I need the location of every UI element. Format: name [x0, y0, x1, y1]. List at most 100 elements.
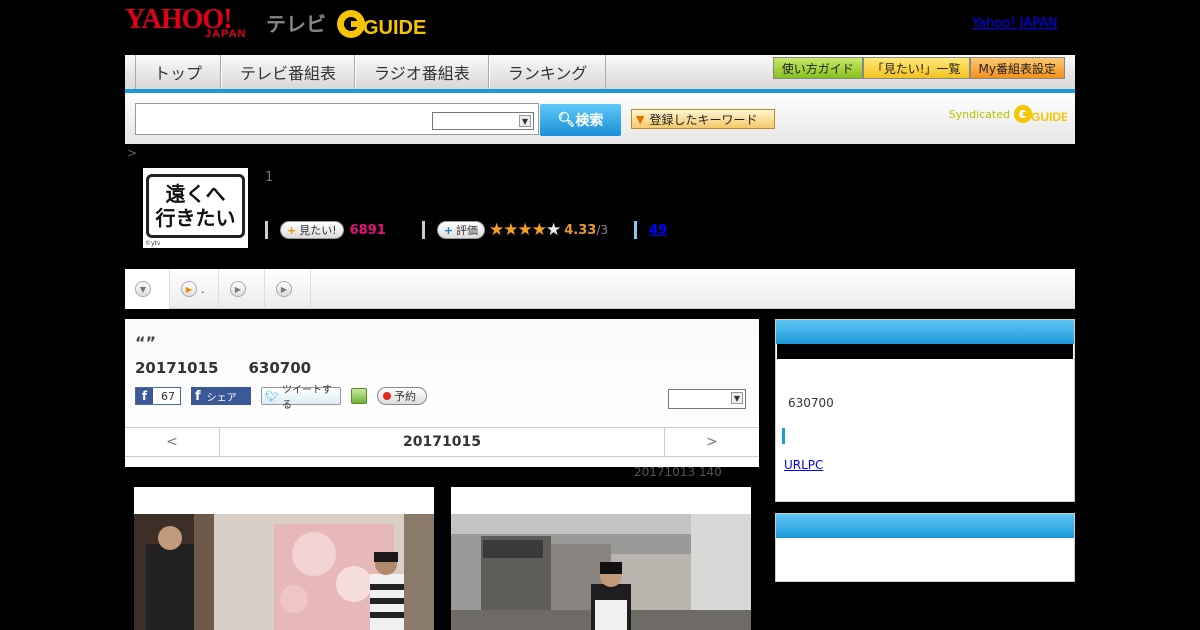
- play-icon: ▶: [230, 281, 246, 297]
- broadcast-date: 20171015: [135, 359, 219, 377]
- search-icon: 🔍︎: [557, 112, 576, 128]
- yahoo-japan-logo-sub: JAPAN: [205, 28, 247, 40]
- episode-number: 1: [265, 170, 274, 185]
- twitter-bird-icon: 🐦︎: [265, 389, 279, 403]
- sidebar-url-link[interactable]: URLPC: [784, 458, 823, 472]
- chevron-down-icon: ▼: [519, 115, 531, 127]
- registered-keywords-button[interactable]: ▼ 登録したキーワード: [631, 109, 775, 129]
- want-button-label: 見たい!: [299, 224, 337, 237]
- facebook-icon: f: [195, 388, 201, 404]
- registered-keywords-label: 登録したキーワード: [649, 112, 758, 127]
- sidebar-header: [776, 320, 1074, 344]
- reserve-label: 予約: [394, 390, 416, 403]
- rate-button[interactable]: + 評価: [436, 221, 486, 239]
- record-dot-icon: [383, 392, 391, 400]
- rating-value: 4.33: [564, 222, 597, 238]
- prev-date-button[interactable]: <: [125, 428, 220, 456]
- sidebar-header: [776, 514, 1074, 538]
- facebook-like-button[interactable]: f 67: [135, 387, 181, 405]
- nav-buttons: 使い方ガイド 「見たい!」一覧 My番組表設定: [772, 57, 1065, 79]
- broadcast-time: 630700: [248, 359, 312, 377]
- star-icon-filled: ★★★★: [489, 220, 547, 240]
- sidebar-subheader: [777, 344, 1073, 359]
- gguide-logo-text: GUIDE: [363, 17, 426, 39]
- episode-title: “”: [135, 333, 157, 352]
- tab-label: .: [201, 282, 205, 296]
- gguide-small-logo: GUIDE: [1014, 105, 1067, 124]
- rate-button-label: 評価: [456, 224, 479, 237]
- review-count-link[interactable]: 49: [649, 223, 667, 238]
- play-icon: ▶: [276, 281, 292, 297]
- rating-denominator: /3: [596, 223, 609, 237]
- update-timestamp: 20171013 140: [634, 465, 722, 479]
- photo-image: [134, 514, 434, 630]
- photo-image: [451, 514, 751, 630]
- sidebar-info-box: 630700 URLPC: [775, 319, 1075, 502]
- plus-icon: +: [443, 223, 454, 237]
- divider: [634, 221, 638, 239]
- share-app-icon[interactable]: [351, 388, 367, 404]
- chevron-down-icon: ▼: [135, 281, 151, 297]
- nav-tab-ranking[interactable]: ランキング: [488, 55, 607, 89]
- search-button-label: 検索: [575, 113, 604, 129]
- program-logo: 遠くへ 行きたい: [146, 174, 245, 238]
- next-date-button[interactable]: >: [664, 428, 759, 456]
- facebook-like-count: 67: [161, 389, 175, 403]
- syndicated-badge: Syndicated GUIDE: [949, 103, 1067, 125]
- want-list-button[interactable]: 「見たい!」一覧: [862, 57, 970, 79]
- facebook-share-label: シェア: [206, 392, 237, 404]
- tab-overview[interactable]: ▼: [125, 269, 170, 309]
- nav-tab-tv-listings[interactable]: テレビ番組表: [221, 55, 356, 89]
- yahoo-japan-link[interactable]: Yahoo! JAPAN: [972, 16, 1058, 31]
- breadcrumb[interactable]: >: [127, 146, 137, 160]
- date-navigation: < 20171015 >: [125, 427, 759, 457]
- nav-tabs: トップ テレビ番組表 ラジオ番組表 ランキング: [135, 55, 607, 89]
- want-count: 6891: [349, 222, 386, 238]
- search-button[interactable]: 🔍︎ 検索: [540, 104, 621, 136]
- episode-photo-1[interactable]: [134, 487, 434, 630]
- thumbnail-copyright: ©ytv: [145, 240, 161, 247]
- divider: [421, 221, 425, 239]
- episode-photo-2[interactable]: [451, 487, 751, 630]
- syndicated-label: Syndicated: [948, 107, 1010, 121]
- facebook-share-button[interactable]: f シェア: [191, 387, 251, 405]
- episode-info-panel: “” 20171015 630700 f 67 f シェア 🐦︎ ツイートする 予…: [125, 319, 759, 467]
- want-button[interactable]: + 見たい!: [280, 221, 344, 239]
- tv-logo-text[interactable]: テレビ: [266, 8, 326, 37]
- program-logo-line1: 遠くへ: [165, 182, 226, 206]
- program-logo-line2: 行きたい: [155, 206, 236, 230]
- divider: [265, 221, 268, 239]
- triangle-down-icon: ▼: [636, 112, 645, 126]
- gguide-logo[interactable]: GUIDE: [335, 8, 435, 40]
- rating-stars: ★★★★★: [489, 220, 561, 240]
- program-tabs: ▼ ▶ . ▶ ▶: [125, 269, 1075, 309]
- guide-button[interactable]: 使い方ガイド: [772, 57, 863, 79]
- my-listings-settings-button[interactable]: My番組表設定: [969, 57, 1065, 79]
- program-stats: + 見たい! 6891 + 評価 ★★★★★ 4.33 /3 49: [265, 220, 667, 240]
- facebook-icon: f: [136, 388, 153, 404]
- current-date: 20171015: [403, 434, 481, 450]
- play-icon: ▶: [181, 281, 197, 297]
- broadcast-datetime: 20171015 630700: [135, 359, 311, 377]
- program-thumbnail: 遠くへ 行きたい ©ytv: [143, 168, 248, 248]
- reservation-select[interactable]: ▼: [668, 389, 746, 409]
- star-icon-empty: ★: [546, 220, 561, 240]
- tweet-label: ツイートする: [281, 385, 332, 411]
- social-buttons: f 67 f シェア 🐦︎ ツイートする 予約: [135, 385, 427, 411]
- search-category-select[interactable]: ▼: [432, 112, 534, 130]
- chevron-down-icon: ▼: [731, 392, 743, 404]
- tab-episodes[interactable]: ▶ .: [171, 269, 219, 309]
- section-marker: [782, 428, 785, 444]
- gguide-small-logo-text: GUIDE: [1031, 110, 1067, 124]
- tab-item-3[interactable]: ▶: [220, 269, 265, 309]
- tab-item-4[interactable]: ▶: [266, 269, 311, 309]
- nav-tab-radio-listings[interactable]: ラジオ番組表: [355, 55, 489, 89]
- sidebar-box-2: [775, 513, 1075, 582]
- sidebar-broadcast-time: 630700: [788, 396, 834, 410]
- nav-tab-top[interactable]: トップ: [135, 55, 222, 89]
- search-bar: ▼ 🔍︎ 検索 ▼ 登録したキーワード Syndicated GUIDE: [125, 93, 1075, 144]
- plus-icon: +: [287, 223, 297, 237]
- tweet-button[interactable]: 🐦︎ ツイートする: [261, 385, 341, 411]
- reserve-button[interactable]: 予約: [377, 387, 427, 405]
- global-nav: トップ テレビ番組表 ラジオ番組表 ランキング 使い方ガイド 「見たい!」一覧 …: [125, 55, 1075, 93]
